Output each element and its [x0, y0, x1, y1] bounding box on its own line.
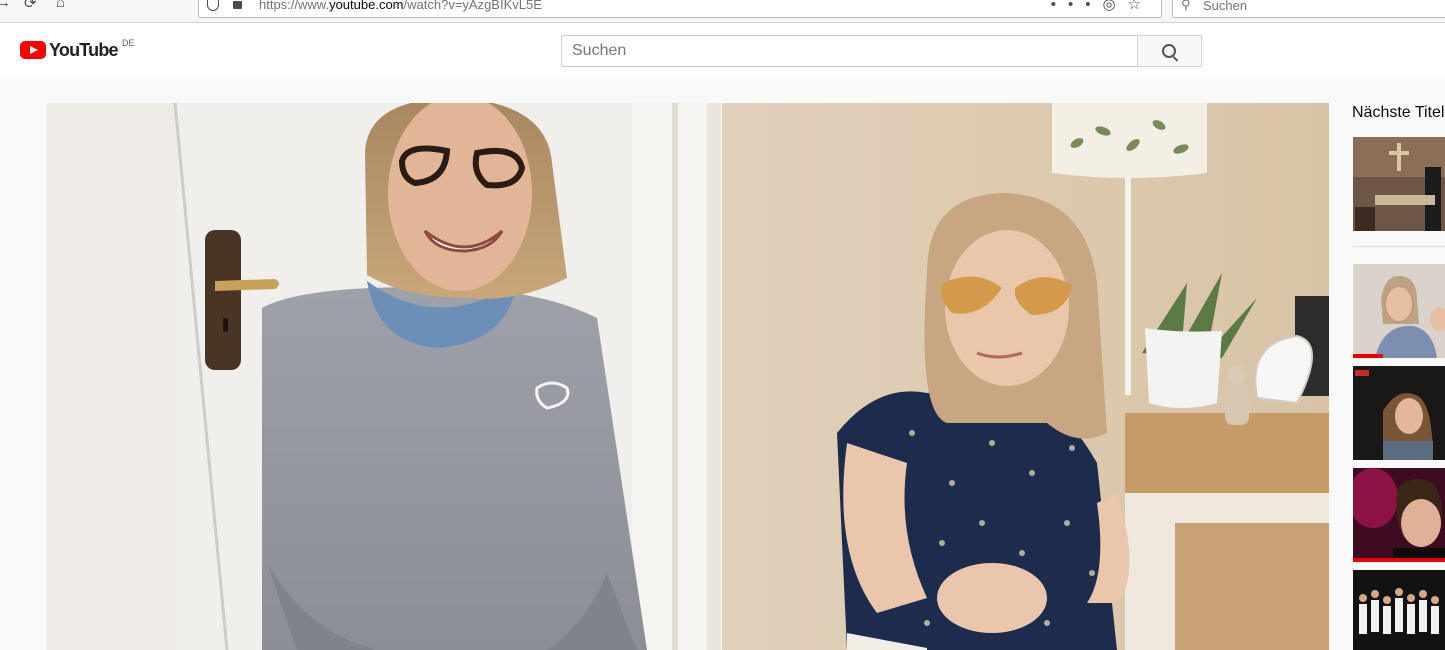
tracking-shield-icon[interactable]	[207, 0, 219, 11]
url-text[interactable]: https://www.youtube.com/watch?v=yAzgBIKv…	[259, 0, 542, 12]
thumbnail-image	[1353, 570, 1445, 650]
browser-search-box[interactable]: ⚲ Suchen	[1172, 0, 1445, 18]
thumbnail-image	[1353, 137, 1445, 231]
masthead: YouTube DE	[0, 23, 1445, 79]
thumbnail-image	[1353, 468, 1445, 562]
video-thumbnail[interactable]	[1353, 264, 1445, 358]
bookmark-star-icon[interactable]: ☆	[1128, 0, 1153, 13]
thumbnail-image	[1353, 366, 1445, 460]
browser-search-placeholder: Suchen	[1203, 0, 1248, 13]
pocket-icon[interactable]: ◎	[1102, 0, 1127, 13]
video-thumbnail[interactable]	[1353, 468, 1445, 562]
thumbnail-image	[1353, 264, 1445, 358]
page-actions: •••◎☆	[1051, 0, 1153, 13]
country-code: DE	[122, 38, 135, 48]
video-frame	[47, 103, 1329, 650]
logo-text: YouTube	[49, 40, 119, 60]
reload-icon[interactable]: ⟳	[24, 0, 37, 12]
lock-icon[interactable]	[233, 1, 242, 9]
up-next-title: Nächste Titel	[1352, 104, 1445, 121]
search-icon	[1162, 44, 1176, 58]
url-bar[interactable]: https://www.youtube.com/watch?v=yAzgBIKv…	[198, 0, 1162, 18]
search-icon: ⚲	[1181, 0, 1191, 12]
watch-progress	[1353, 354, 1383, 358]
search-button[interactable]	[1137, 35, 1202, 67]
home-icon[interactable]: ⌂	[56, 0, 65, 11]
sidebar-divider	[1353, 246, 1445, 247]
browser-toolbar: → ⟳ ⌂ https://www.youtube.com/watch?v=yA…	[0, 0, 1445, 23]
video-thumbnail[interactable]	[1353, 366, 1445, 460]
watch-progress	[1353, 558, 1445, 562]
forward-icon[interactable]: →	[0, 0, 11, 11]
video-thumbnail[interactable]	[1353, 570, 1445, 650]
search-input[interactable]	[561, 35, 1137, 67]
autoplay-thumbnail[interactable]	[1353, 137, 1445, 231]
search-form	[561, 35, 1202, 67]
more-actions-icon[interactable]: •••	[1051, 0, 1103, 13]
video-player[interactable]	[47, 103, 1329, 650]
youtube-play-icon	[20, 41, 46, 59]
